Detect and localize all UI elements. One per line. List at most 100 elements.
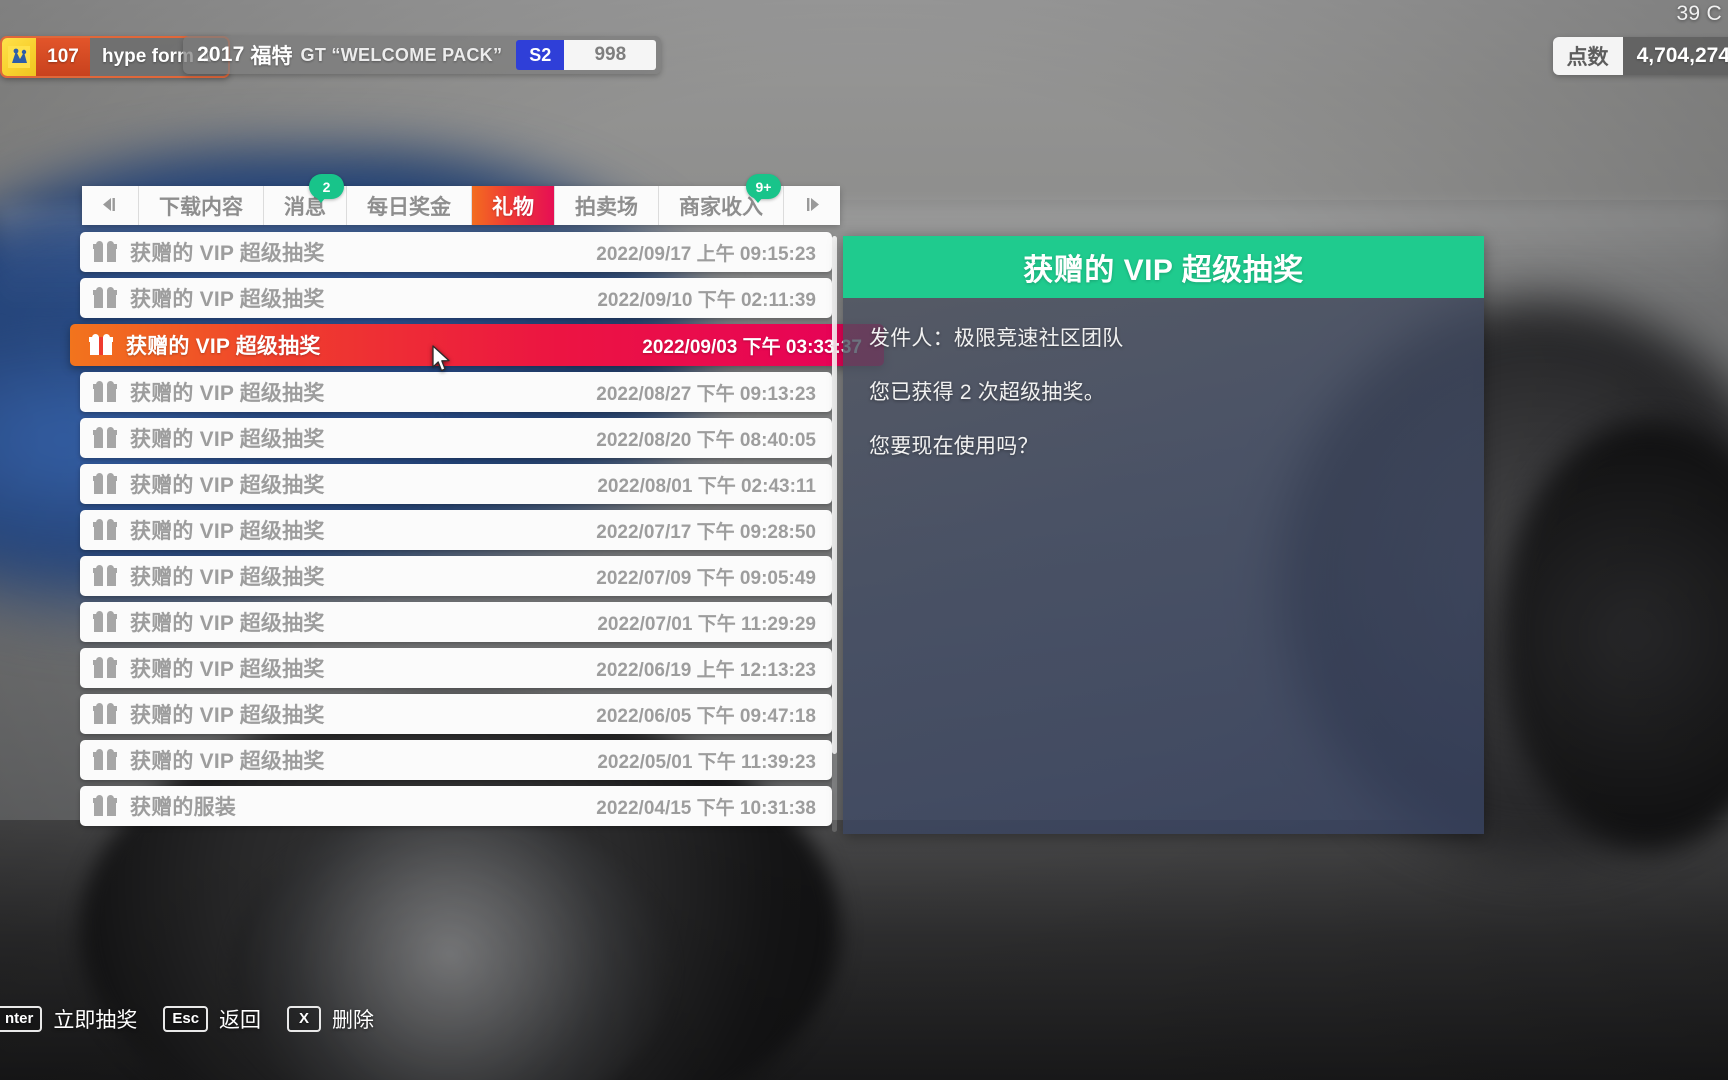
tab-merchant-income-badge: 9+ <box>746 174 781 203</box>
points-chip: 点数 4,704,274 <box>1552 37 1728 75</box>
bottom-action-bar: nter 立即抽奖 Esc 返回 X 删除 <box>0 1002 1728 1036</box>
tab-messages-badge: 2 <box>309 174 344 203</box>
tab-gifts-label: 礼物 <box>492 195 534 219</box>
gift-icon <box>93 657 117 678</box>
car-performance-index: 998 <box>564 40 657 70</box>
list-scrollbar[interactable] <box>832 236 837 832</box>
list-item-title: 获赠的 VIP 超级抽奖 <box>130 612 325 635</box>
game-screen: 39 C 107 hype form ♛ 2017 福特 GT “WELCOME… <box>0 0 1728 1080</box>
list-item[interactable]: 获赠的 VIP 超级抽奖 2022/05/01 下午 11:39:23 <box>80 740 832 780</box>
car-year: 2017 <box>197 43 245 66</box>
list-item-date: 2022/09/10 下午 02:11:39 <box>597 289 816 311</box>
list-item[interactable]: 获赠的 VIP 超级抽奖 2022/06/05 下午 09:47:18 <box>80 694 832 734</box>
list-item-date: 2022/06/19 上午 12:13:23 <box>596 659 816 681</box>
gift-icon <box>93 287 117 308</box>
tab-downloads-label: 下载内容 <box>159 195 243 219</box>
gift-icon <box>93 703 117 724</box>
list-item-date: 2022/08/20 下午 08:40:05 <box>596 429 816 451</box>
list-item-title: 获赠的 VIP 超级抽奖 <box>130 474 325 497</box>
list-item-date: 2022/06/05 下午 09:47:18 <box>596 705 816 727</box>
key-esc: Esc <box>163 1006 209 1032</box>
points-value: 4,704,274 <box>1622 37 1728 75</box>
list-item-title: 获赠的 VIP 超级抽奖 <box>130 520 325 543</box>
list-item-title: 获赠的 VIP 超级抽奖 <box>126 335 321 358</box>
list-item[interactable]: 获赠的 VIP 超级抽奖 2022/09/10 下午 02:11:39 <box>80 278 832 318</box>
list-item-date: 2022/04/15 下午 10:31:38 <box>596 797 816 819</box>
tab-auction-house[interactable]: 拍卖场 <box>554 186 659 225</box>
list-item[interactable]: 获赠的服装 2022/04/15 下午 10:31:38 <box>80 786 832 826</box>
list-item-date: 2022/07/17 下午 09:28:50 <box>596 521 816 543</box>
action-back[interactable]: Esc 返回 <box>163 1004 261 1034</box>
tab-merchant-income[interactable]: 商家收入 9+ <box>659 174 784 225</box>
list-item-title: 获赠的 VIP 超级抽奖 <box>130 242 325 265</box>
tab-daily-bonus[interactable]: 每日奖金 <box>347 186 472 225</box>
list-item[interactable]: 获赠的 VIP 超级抽奖 2022/08/27 下午 09:13:23 <box>80 372 832 412</box>
list-item[interactable]: 获赠的 VIP 超级抽奖 2022/07/01 下午 11:29:29 <box>80 602 832 642</box>
car-class-badge: S2 <box>516 40 565 70</box>
list-item-title: 获赠的服装 <box>130 796 236 819</box>
key-enter: nter <box>0 1006 43 1032</box>
list-item-title: 获赠的 VIP 超级抽奖 <box>130 288 325 311</box>
list-item[interactable]: 获赠的 VIP 超级抽奖 2022/06/19 上午 12:13:23 <box>80 648 832 688</box>
message-detail-body: 发件人：极限竞速社区团队 您已获得 2 次超级抽奖。 您要现在使用吗？ <box>843 298 1484 460</box>
message-detail-header: 获赠的 VIP 超级抽奖 <box>843 236 1484 298</box>
message-detail-title: 获赠的 VIP 超级抽奖 <box>1023 254 1304 287</box>
message-reward-line: 您已获得 2 次超级抽奖。 <box>869 381 1105 404</box>
action-draw-now-label: 立即抽奖 <box>53 1009 138 1032</box>
message-sender-line: 发件人：极限竞速社区团队 <box>869 327 1124 350</box>
tab-gifts[interactable]: 礼物 <box>472 186 554 225</box>
list-item-date: 2022/05/01 下午 11:39:23 <box>597 751 816 773</box>
list-item-date: 2022/09/17 上午 09:15:23 <box>596 243 816 265</box>
speed-readout: 39 C <box>1676 2 1722 25</box>
list-item-date: 2022/07/09 下午 09:05:49 <box>596 567 816 589</box>
list-item-title: 获赠的 VIP 超级抽奖 <box>130 704 325 727</box>
car-make: 福特 <box>250 45 293 68</box>
message-center-tabbar[interactable]: 下载内容 消息 2 每日奖金 礼物 拍卖场 商家收入 9+ <box>82 174 840 225</box>
list-item-selected[interactable]: 获赠的 VIP 超级抽奖 2022/09/03 下午 03:33:37 <box>70 324 884 366</box>
action-draw-now[interactable]: nter 立即抽奖 <box>0 1004 137 1034</box>
gift-icon <box>93 381 117 402</box>
gift-icon <box>93 611 117 632</box>
tab-auction-house-label: 拍卖场 <box>575 195 638 219</box>
list-item[interactable]: 获赠的 VIP 超级抽奖 2022/08/01 下午 02:43:11 <box>80 464 832 504</box>
list-item[interactable]: 获赠的 VIP 超级抽奖 2022/07/09 下午 09:05:49 <box>80 556 832 596</box>
player-avatar-icon <box>2 38 36 76</box>
current-car-chip: 2017 福特 GT “WELCOME PACK” S2 998 <box>183 36 662 74</box>
gift-message-list[interactable]: 获赠的 VIP 超级抽奖 2022/09/17 上午 09:15:23 获赠的 … <box>70 232 884 834</box>
list-item-title: 获赠的 VIP 超级抽奖 <box>130 382 325 405</box>
action-delete[interactable]: X 删除 <box>287 1004 374 1034</box>
list-item[interactable]: 获赠的 VIP 超级抽奖 2022/09/17 上午 09:15:23 <box>80 232 832 272</box>
list-item-date: 2022/08/01 下午 02:43:11 <box>597 475 816 497</box>
message-detail-panel: 获赠的 VIP 超级抽奖 发件人：极限竞速社区团队 您已获得 2 次超级抽奖。 … <box>843 236 1484 834</box>
tab-messages[interactable]: 消息 2 <box>264 174 347 225</box>
tab-daily-bonus-label: 每日奖金 <box>367 195 451 219</box>
list-item[interactable]: 获赠的 VIP 超级抽奖 2022/07/17 下午 09:28:50 <box>80 510 832 550</box>
list-item-title: 获赠的 VIP 超级抽奖 <box>130 428 325 451</box>
key-x: X <box>287 1006 322 1032</box>
list-item-title: 获赠的 VIP 超级抽奖 <box>130 566 325 589</box>
message-prompt-line: 您要现在使用吗？ <box>869 435 1039 458</box>
top-hud: 39 C 107 hype form ♛ 2017 福特 GT “WELCOME… <box>0 0 1728 96</box>
list-scrollbar-thumb[interactable] <box>832 236 837 754</box>
gift-icon <box>93 427 117 448</box>
gift-icon <box>93 795 117 816</box>
action-back-label: 返回 <box>219 1009 262 1032</box>
list-item-date: 2022/09/03 下午 03:33:37 <box>642 336 862 358</box>
tab-prev-button[interactable] <box>82 186 139 225</box>
hype-title-label: hype form <box>102 46 194 67</box>
tab-downloads[interactable]: 下载内容 <box>139 186 264 225</box>
list-item-date: 2022/08/27 下午 09:13:23 <box>596 383 816 405</box>
chevron-left-icon <box>100 197 120 215</box>
list-item-title: 获赠的 VIP 超级抽奖 <box>130 750 325 773</box>
gift-icon <box>93 565 117 586</box>
action-delete-label: 删除 <box>332 1009 375 1032</box>
list-item[interactable]: 获赠的 VIP 超级抽奖 2022/08/20 下午 08:40:05 <box>80 418 832 458</box>
car-model: GT “WELCOME PACK” <box>300 44 503 65</box>
gift-icon <box>93 473 117 494</box>
list-item-title: 获赠的 VIP 超级抽奖 <box>130 658 325 681</box>
tab-next-button[interactable] <box>784 186 840 225</box>
gift-icon <box>93 241 117 262</box>
gift-icon <box>93 749 117 770</box>
gift-icon <box>89 334 113 355</box>
points-label: 点数 <box>1552 37 1623 75</box>
